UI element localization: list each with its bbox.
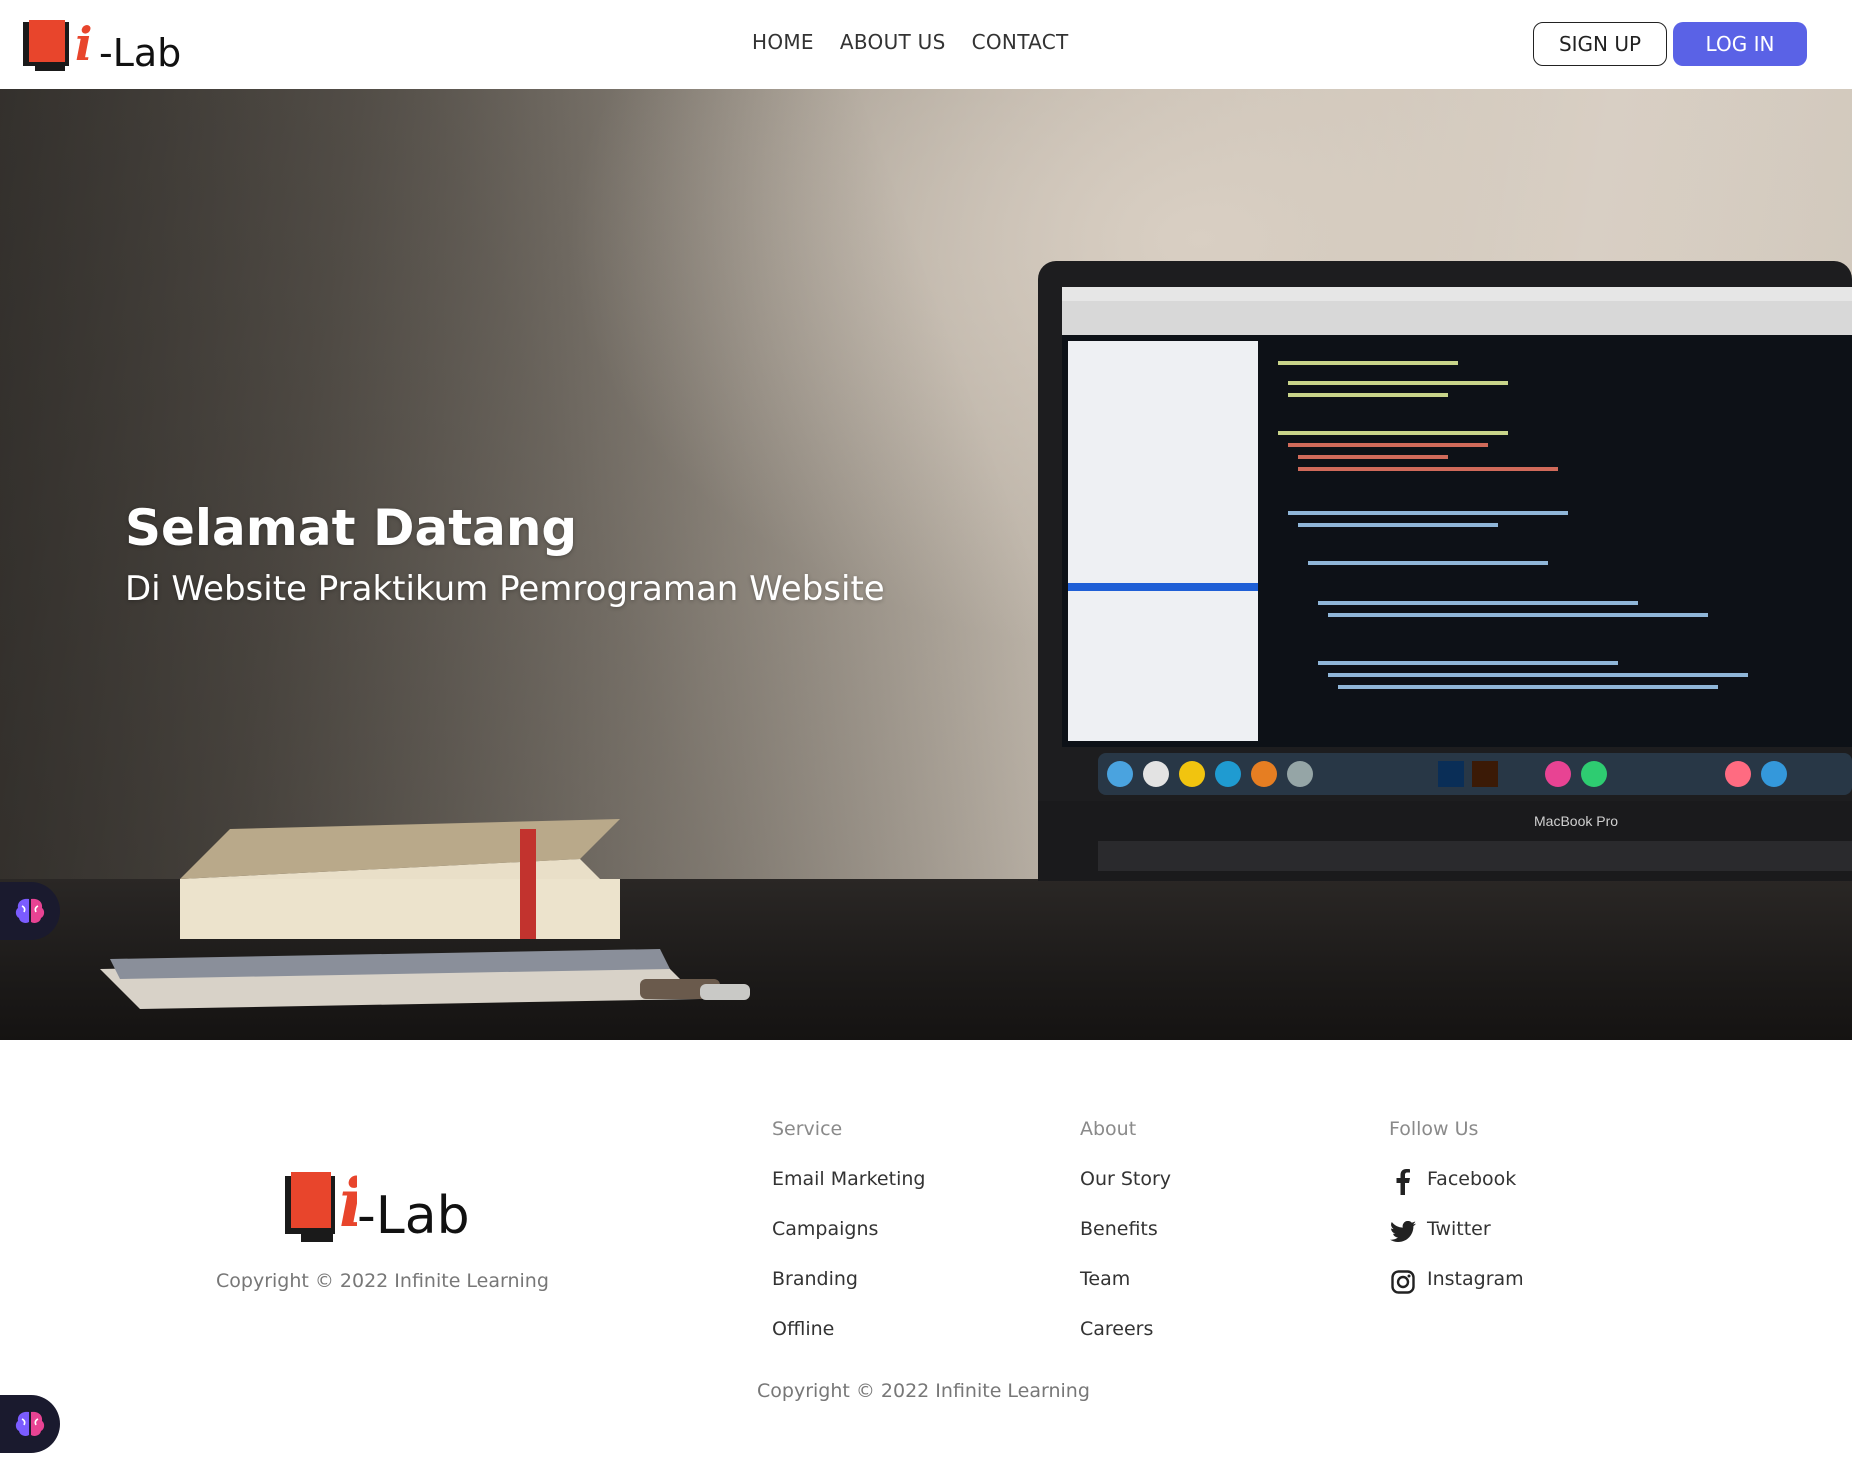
- monitor-logo-icon: i: [285, 1164, 357, 1242]
- navbar: i -Lab HOME ABOUT US CONTACT SIGN UP LOG…: [0, 0, 1852, 89]
- instagram-icon: [1389, 1268, 1417, 1296]
- footer-bottom-copyright: Copyright © 2022 Infinite Learning: [757, 1380, 1090, 1402]
- sign-up-button[interactable]: SIGN UP: [1533, 22, 1667, 66]
- social-link-twitter[interactable]: Twitter: [1389, 1218, 1524, 1268]
- hero-banner: MacBook Pro Selamat Datang Di Website Pr…: [0, 89, 1852, 1040]
- footer-link-careers[interactable]: Careers: [1080, 1318, 1171, 1368]
- brain-icon: [15, 898, 45, 923]
- brand-logo[interactable]: i -Lab: [21, 12, 181, 78]
- floating-assistant-button[interactable]: [0, 882, 60, 940]
- facebook-icon: [1389, 1168, 1417, 1196]
- footer-brand-logo: i -Lab: [283, 1160, 470, 1252]
- footer-copyright: Copyright © 2022 Infinite Learning: [216, 1270, 549, 1292]
- footer-column-service: Service Email Marketing Campaigns Brandi…: [772, 1118, 925, 1368]
- footer-link-benefits[interactable]: Benefits: [1080, 1218, 1171, 1268]
- footer-link-team[interactable]: Team: [1080, 1268, 1171, 1318]
- social-label: Instagram: [1427, 1268, 1524, 1290]
- floating-assistant-button-2[interactable]: [0, 1395, 60, 1453]
- nav-contact[interactable]: CONTACT: [972, 30, 1069, 54]
- footer-link-email-marketing[interactable]: Email Marketing: [772, 1168, 925, 1218]
- footer-link-campaigns[interactable]: Campaigns: [772, 1218, 925, 1268]
- svg-text:MacBook Pro: MacBook Pro: [1534, 813, 1618, 829]
- social-label: Twitter: [1427, 1218, 1491, 1240]
- brand-name: -Lab: [99, 31, 182, 75]
- footer-column-follow-us: Follow Us Facebook Twitter Instagram: [1389, 1118, 1524, 1318]
- brain-icon: [15, 1411, 45, 1436]
- main-nav: HOME ABOUT US CONTACT: [752, 30, 1069, 54]
- footer-brand-name: -Lab: [357, 1186, 470, 1246]
- nav-about-us[interactable]: ABOUT US: [840, 30, 946, 54]
- notebooks-image: [100, 819, 750, 1009]
- twitter-icon: [1389, 1218, 1417, 1246]
- log-in-button[interactable]: LOG IN: [1673, 22, 1807, 66]
- hero-title: Selamat Datang: [125, 499, 578, 557]
- nav-home[interactable]: HOME: [752, 30, 814, 54]
- hero-subtitle: Di Website Praktikum Pemrograman Website: [125, 569, 885, 609]
- svg-text:i: i: [75, 17, 92, 71]
- social-link-instagram[interactable]: Instagram: [1389, 1268, 1524, 1318]
- monitor-logo-icon: i: [23, 17, 92, 71]
- column-title: Follow Us: [1389, 1118, 1479, 1140]
- social-label: Facebook: [1427, 1168, 1517, 1190]
- column-title: Service: [772, 1118, 843, 1140]
- footer-link-branding[interactable]: Branding: [772, 1268, 925, 1318]
- laptop-image: MacBook Pro: [1038, 261, 1852, 881]
- footer-link-our-story[interactable]: Our Story: [1080, 1168, 1171, 1218]
- social-link-facebook[interactable]: Facebook: [1389, 1168, 1524, 1218]
- svg-text:i: i: [339, 1164, 357, 1242]
- footer-column-about: About Our Story Benefits Team Careers: [1080, 1118, 1171, 1368]
- column-title: About: [1080, 1118, 1137, 1140]
- footer-link-offline[interactable]: Offline: [772, 1318, 925, 1368]
